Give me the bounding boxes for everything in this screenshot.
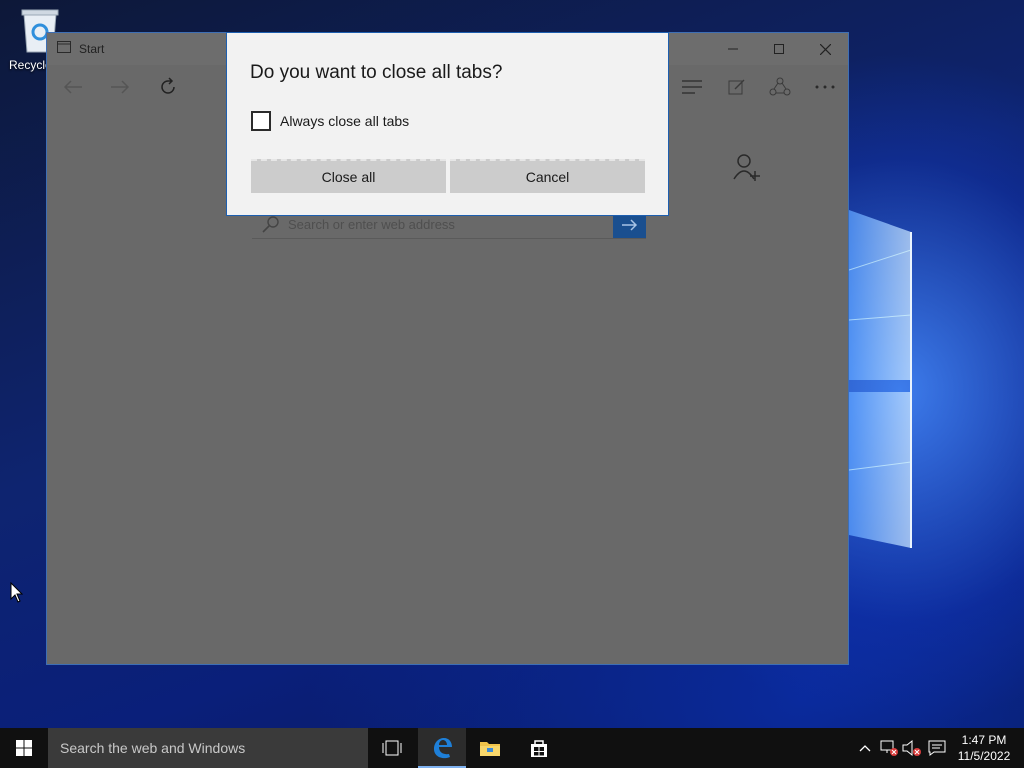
always-close-label[interactable]: Always close all tabs <box>280 113 409 129</box>
web-note-button[interactable] <box>720 70 754 104</box>
search-underline <box>252 238 646 239</box>
dialog-title: Do you want to close all tabs? <box>250 62 503 83</box>
share-icon <box>769 77 791 96</box>
web-note-icon <box>728 79 745 95</box>
back-button[interactable] <box>56 70 90 104</box>
clock-date: 11/5/2022 <box>957 749 1011 763</box>
more-ellipsis-icon <box>815 85 835 89</box>
edge-icon <box>434 738 452 759</box>
share-button[interactable] <box>763 70 797 104</box>
action-center-icon <box>928 740 946 756</box>
taskbar-search-placeholder: Search the web and Windows <box>60 740 246 756</box>
clock-time: 1:47 PM <box>961 733 1007 747</box>
tab-title[interactable]: Start <box>79 42 104 56</box>
cancel-button[interactable]: Cancel <box>450 159 645 193</box>
windows-logo-light <box>849 210 912 548</box>
back-arrow-icon <box>63 80 82 94</box>
taskbar-file-explorer-button[interactable] <box>466 728 514 768</box>
tab-page-icon <box>57 41 71 53</box>
close-tabs-dialog: Do you want to close all tabs? Always cl… <box>226 32 669 216</box>
taskbar: Search the web and Windows 1:47 PM 11/5/… <box>0 728 1024 768</box>
refresh-icon <box>161 77 175 94</box>
refresh-button[interactable] <box>151 70 185 104</box>
action-center-button[interactable] <box>926 738 948 758</box>
maximize-icon <box>774 44 784 54</box>
file-explorer-icon <box>480 742 500 756</box>
taskbar-edge-button[interactable] <box>418 728 466 768</box>
close-all-button[interactable]: Close all <box>251 159 446 193</box>
taskbar-search-box[interactable]: Search the web and Windows <box>48 728 368 768</box>
task-view-button[interactable] <box>368 728 416 768</box>
close-icon <box>819 43 831 55</box>
maximize-button[interactable] <box>756 33 802 65</box>
network-icon <box>880 740 898 756</box>
store-icon <box>531 740 547 757</box>
arrow-right-icon <box>621 218 637 231</box>
show-hidden-icons-button[interactable] <box>854 738 876 758</box>
taskbar-store-button[interactable] <box>515 728 563 768</box>
windows-start-icon <box>16 740 32 756</box>
start-button[interactable] <box>0 728 48 768</box>
more-actions-button[interactable] <box>808 70 842 104</box>
forward-button[interactable] <box>103 70 137 104</box>
volume-button[interactable] <box>901 738 923 758</box>
minimize-button[interactable] <box>710 33 756 65</box>
always-close-checkbox[interactable] <box>251 111 271 131</box>
minimize-icon <box>728 48 738 50</box>
task-view-icon <box>382 740 402 756</box>
hub-icon <box>682 80 702 94</box>
hub-button[interactable] <box>675 70 709 104</box>
forward-arrow-icon <box>111 80 130 94</box>
chevron-up-icon <box>859 745 871 752</box>
search-icon <box>262 216 279 233</box>
add-person-icon[interactable] <box>733 153 763 183</box>
close-window-button[interactable] <box>802 33 848 65</box>
taskbar-clock[interactable]: 1:47 PM 11/5/2022 <box>950 732 1018 764</box>
volume-muted-icon <box>902 739 921 757</box>
mouse-cursor-icon <box>10 582 24 603</box>
network-status-button[interactable] <box>878 738 900 758</box>
